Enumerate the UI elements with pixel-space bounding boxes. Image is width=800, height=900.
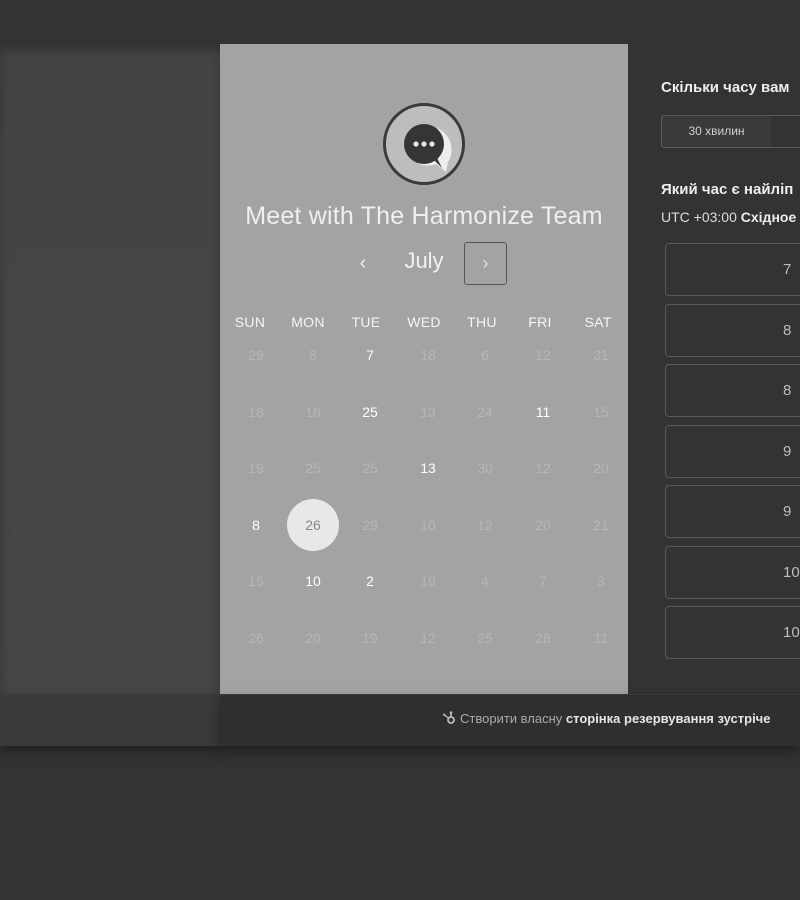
calendar-day: 13 <box>420 404 436 420</box>
time-slot-button[interactable]: 9 <box>665 485 800 538</box>
calendar-day: 19 <box>420 573 436 589</box>
time-slot-button[interactable]: 8 <box>665 303 800 357</box>
calendar-day: 18 <box>248 404 264 420</box>
calendar-day[interactable]: 25 <box>344 386 396 438</box>
calendar-day: 18 <box>420 347 436 363</box>
calendar-day: 29 <box>248 347 264 363</box>
calendar-day: 12 <box>535 347 551 363</box>
calendar-day[interactable]: 10 <box>287 555 339 607</box>
calendar-day: 20 <box>593 460 609 476</box>
booking-panel: Скільки часу вам 30 хвилин Який час є на… <box>628 44 800 694</box>
calendar-day: 12 <box>420 630 436 646</box>
weekday-wed: WED <box>407 314 441 330</box>
calendar-day: 12 <box>477 517 493 533</box>
calendar-day[interactable]: 7 <box>344 329 396 381</box>
time-slot-label: 9 <box>783 503 792 520</box>
time-slot-label: 10 <box>783 624 800 641</box>
calendar-day[interactable]: 8 <box>230 499 282 551</box>
prev-month-button[interactable]: ‹ <box>348 242 378 284</box>
calendar-day: 21 <box>593 517 609 533</box>
calendar-day: 19 <box>248 460 264 476</box>
month-label: July <box>404 248 444 273</box>
time-slot-button[interactable]: 10 <box>665 545 800 599</box>
time-slot-button[interactable]: 9 <box>665 424 800 478</box>
calendar-day: 15 <box>248 573 264 589</box>
left-footer-background <box>0 694 220 746</box>
weekday-thu: THU <box>467 314 497 330</box>
calendar-day: 3 <box>597 573 605 589</box>
avatar <box>383 103 465 185</box>
time-slot-label: 9 <box>783 442 792 460</box>
timezone-label[interactable]: UTC +03:00 Східное <box>661 209 796 225</box>
time-slot-button[interactable]: 8 <box>665 364 800 417</box>
timezone-name: Східное <box>740 209 797 225</box>
weekday-sat: SAT <box>584 314 612 330</box>
time-slot-label: 10 <box>783 563 800 581</box>
left-background-pane <box>0 44 220 694</box>
calendar-day: 6 <box>481 347 489 363</box>
calendar-day: 19 <box>362 630 378 646</box>
footer-link-text[interactable]: сторінка резервування зустріче <box>566 711 771 726</box>
hubspot-sprocket-icon <box>443 711 455 724</box>
calendar-day: 18 <box>305 404 321 420</box>
next-month-button[interactable]: › <box>464 242 507 285</box>
calendar-day: 4 <box>481 573 489 589</box>
calendar-day: 10 <box>420 517 436 533</box>
calendar-day: 26 <box>248 630 264 646</box>
calendar-panel: Meet with The Harmonize Team ‹ July › SU… <box>220 44 628 694</box>
duration-option-button[interactable]: 30 хвилин <box>661 115 772 148</box>
weekday-mon: MON <box>291 314 325 330</box>
calendar-day: 20 <box>305 630 321 646</box>
calendar-day: 30 <box>477 460 493 476</box>
weekday-fri: FRI <box>528 314 552 330</box>
time-slot-label: 8 <box>783 321 792 339</box>
calendar-day: 29 <box>362 517 378 533</box>
footer-link[interactable]: Створити власну сторінка резервування зу… <box>442 711 770 726</box>
meeting-title: Meet with The Harmonize Team <box>245 202 603 230</box>
duration-option-button-2[interactable] <box>771 115 800 148</box>
calendar-day[interactable]: 13 <box>402 442 454 494</box>
chat-bubble-icon <box>404 124 452 172</box>
calendar-day: 11 <box>593 630 609 646</box>
calendar-day: 15 <box>593 404 609 420</box>
duration-selector: 30 хвилин <box>661 115 800 148</box>
calendar-day: 24 <box>477 404 493 420</box>
duration-question: Скільки часу вам <box>661 79 790 96</box>
footer-prefix-text: Створити власну <box>460 711 563 726</box>
calendar-day: 8 <box>309 347 317 363</box>
calendar-day: 20 <box>535 517 551 533</box>
calendar-day: 25 <box>362 460 378 476</box>
calendar-day: 25 <box>477 630 493 646</box>
calendar-day[interactable]: 11 <box>517 386 569 438</box>
calendar-day: 12 <box>535 460 551 476</box>
calendar-day: 25 <box>305 460 321 476</box>
calendar-day: 31 <box>593 347 609 363</box>
timezone-offset: UTC +03:00 <box>661 209 737 225</box>
month-navigation: ‹ July › <box>220 242 628 286</box>
weekday-sun: SUN <box>234 314 266 330</box>
time-slot-label: 7 <box>783 261 792 278</box>
calendar-day[interactable]: 2 <box>344 555 396 607</box>
calendar-day-selected[interactable]: 26 <box>287 499 339 551</box>
time-slot-button[interactable]: 10 <box>665 606 800 659</box>
time-slot-button[interactable]: 7 <box>665 243 800 296</box>
calendar-day: 28 <box>535 630 551 646</box>
weekday-tue: TUE <box>351 314 381 330</box>
top-bar <box>0 0 800 44</box>
calendar-day: 7 <box>539 573 547 589</box>
time-slot-label: 8 <box>783 382 792 399</box>
time-question: Який час є найліп <box>661 181 794 198</box>
footer-bar: Створити власну сторінка резервування зу… <box>220 694 800 746</box>
